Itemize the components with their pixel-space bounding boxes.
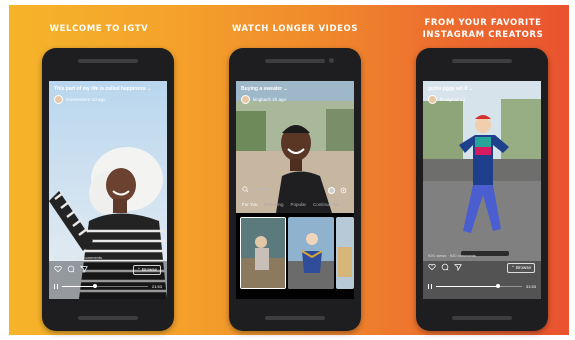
phone-mockup-3: gettin jiggy wit it ⌄ flexaprod 1d 92K v… (416, 48, 548, 331)
video-title[interactable]: Buying a sweater ⌄ (241, 86, 288, 92)
heart-icon[interactable] (428, 263, 436, 271)
caption-line-2: INSTAGRAM CREATORS (422, 30, 544, 40)
action-bar (428, 263, 462, 271)
creator-username: kingbach 2h ago (253, 97, 287, 102)
tab-continue-watching[interactable]: Continue Wa (313, 202, 339, 207)
phone-camera (329, 58, 334, 63)
share-icon[interactable] (454, 263, 462, 271)
avatar[interactable] (54, 95, 63, 104)
phone-speaker (78, 59, 138, 63)
phone-home-bar (78, 316, 138, 320)
progress-track[interactable] (436, 284, 522, 288)
pause-icon[interactable] (54, 283, 58, 289)
browse-tabs: For You Following Popular Continue Wa (242, 202, 339, 207)
caption-line-1: FROM YOUR FAVORITE (424, 18, 542, 28)
video-thumbnail[interactable] (240, 217, 286, 289)
playback-bar[interactable]: 21:53 (54, 282, 162, 290)
profile-avatar-button[interactable] (328, 187, 335, 194)
search-icon (242, 186, 249, 193)
thumbnail-partial (336, 217, 354, 289)
creator-username: flexaprod 1d (440, 97, 465, 102)
phone-screen-3: gettin jiggy wit it ⌄ flexaprod 1d 92K v… (423, 81, 541, 299)
thumbnail-dancer (288, 217, 334, 289)
progress-fill (436, 285, 498, 287)
search-placeholder[interactable]: Search (253, 187, 269, 193)
share-icon[interactable] (80, 265, 88, 273)
caption-watch-longer: WATCH LONGER VIDEOS (231, 24, 359, 34)
creator-row[interactable]: flexaprod 1d (428, 95, 465, 104)
comment-icon[interactable] (441, 263, 449, 271)
video-title[interactable]: This part of my life is called happiness… (54, 86, 151, 92)
phone-screen-1: This part of my life is called happiness… (49, 81, 167, 299)
comment-icon[interactable] (67, 265, 75, 273)
phone-mockup-1: This part of my life is called happiness… (42, 48, 174, 331)
promo-banner: WELCOME TO IGTV This part of my life is … (9, 5, 569, 335)
avatar[interactable] (428, 95, 437, 104)
creator-username: mosesshere 1d ago (66, 97, 106, 102)
progress-fill (62, 285, 95, 287)
heart-icon[interactable] (54, 265, 62, 273)
video-stats: 92K views · 920 comments (428, 253, 477, 258)
time-remaining: 21:53 (151, 283, 162, 289)
caption-favorite-creators: FROM YOUR FAVORITE INSTAGRAM CREATORS (393, 17, 573, 41)
phone-screen-2: Buying a sweater ⌄ kingbach 2h ago Searc… (236, 81, 354, 299)
time-remaining: 31:53 (525, 283, 536, 289)
phone-speaker (265, 59, 325, 63)
creator-row[interactable]: mosesshere 1d ago (54, 95, 106, 104)
creator-row[interactable]: kingbach 2h ago (241, 95, 286, 104)
search-bar[interactable]: Search (242, 186, 269, 193)
browse-button[interactable]: ⌃ Browse (132, 265, 161, 275)
video-thumbnail[interactable] (288, 217, 334, 289)
settings-icon[interactable] (340, 187, 347, 194)
tab-for-you[interactable]: For You (242, 202, 258, 207)
tab-popular[interactable]: Popular (291, 202, 307, 207)
progress-knob[interactable] (92, 284, 97, 288)
avatar[interactable] (241, 95, 250, 104)
playback-bar[interactable]: 31:53 (428, 282, 536, 290)
phone-speaker (452, 59, 512, 63)
phone-mockup-2: Buying a sweater ⌄ kingbach 2h ago Searc… (229, 48, 361, 331)
phone-home-bar (452, 316, 512, 320)
tab-following[interactable]: Following (265, 202, 284, 207)
video-stats: 92K views · 520 comments (54, 255, 103, 260)
browse-button[interactable]: ⌃ Browse (506, 263, 535, 273)
video-thumbnail[interactable] (336, 217, 354, 289)
progress-knob[interactable] (495, 284, 500, 288)
phone-home-bar (265, 316, 325, 320)
action-bar (54, 265, 88, 273)
caption-welcome: WELCOME TO IGTV (49, 24, 149, 34)
progress-track[interactable] (62, 284, 148, 288)
video-title[interactable]: gettin jiggy wit it ⌄ (428, 86, 473, 92)
pause-icon[interactable] (428, 283, 432, 289)
thumbnail-carousel (241, 218, 285, 288)
